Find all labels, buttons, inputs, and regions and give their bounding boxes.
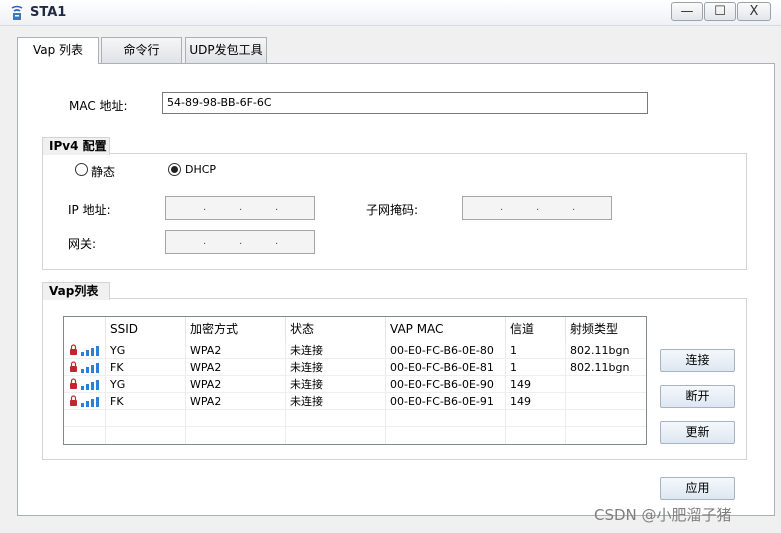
table-row-empty — [64, 410, 646, 427]
cell-ssid: YG — [110, 378, 126, 391]
subnet-mask-input[interactable]: . . . — [462, 196, 612, 220]
cell-vap-mac: 00-E0-FC-B6-0E-80 — [390, 344, 494, 357]
table-row[interactable]: FK WPA2 未连接 00-E0-FC-B6-0E-81 1 802.11bg… — [64, 359, 646, 376]
col-channel[interactable]: 信道 — [506, 317, 566, 342]
cell-radio-type — [566, 376, 570, 393]
cell-channel: 149 — [510, 395, 531, 408]
col-icon — [64, 317, 106, 342]
ip-address-input[interactable]: . . . — [165, 196, 315, 220]
watermark: CSDN @小肥溜子猪 — [594, 506, 732, 524]
signal-lock-icon — [70, 378, 99, 390]
cell-vap-mac: 00-E0-FC-B6-0E-91 — [390, 395, 494, 408]
dhcp-radio[interactable] — [168, 163, 181, 176]
cell-channel: 149 — [510, 378, 531, 391]
cell-encryption: WPA2 — [190, 344, 222, 357]
col-encryption[interactable]: 加密方式 — [186, 317, 286, 342]
col-status[interactable]: 状态 — [286, 317, 386, 342]
signal-lock-icon — [70, 361, 99, 373]
window-title: STA1 — [30, 5, 67, 20]
cell-status: 未连接 — [290, 395, 323, 408]
connect-button[interactable]: 连接 — [660, 349, 735, 372]
cell-encryption: WPA2 — [190, 361, 222, 374]
cell-channel: 1 — [510, 361, 517, 374]
mac-label: MAC 地址: — [69, 99, 128, 113]
col-vap-mac[interactable]: VAP MAC — [386, 317, 506, 342]
title-bar: STA1 — ☐ X — [0, 0, 781, 26]
col-radio-type[interactable]: 射频类型 — [566, 317, 646, 342]
cell-ssid: FK — [110, 361, 124, 374]
vap-group-title: Vap列表 — [42, 282, 110, 300]
cell-radio-type — [566, 393, 570, 410]
cell-encryption: WPA2 — [190, 395, 222, 408]
apply-button[interactable]: 应用 — [660, 477, 735, 500]
cell-vap-mac: 00-E0-FC-B6-0E-90 — [390, 378, 494, 391]
cell-radio-type: 802.11bgn — [570, 344, 630, 357]
mac-input[interactable]: 54-89-98-BB-6F-6C — [162, 92, 648, 114]
dhcp-label: DHCP — [185, 163, 217, 176]
cell-ssid: FK — [110, 395, 124, 408]
static-radio[interactable] — [75, 163, 88, 176]
ip-label: IP 地址: — [68, 203, 111, 217]
cell-channel: 1 — [510, 344, 517, 357]
tab-vap-list[interactable]: Vap 列表 — [17, 37, 99, 64]
cell-radio-type: 802.11bgn — [570, 361, 630, 374]
static-label: 静态 — [91, 165, 116, 179]
mask-label: 子网掩码: — [366, 203, 419, 217]
table-row[interactable]: YG WPA2 未连接 00-E0-FC-B6-0E-90 149 — [64, 376, 646, 393]
app-icon — [11, 5, 23, 20]
cell-status: 未连接 — [290, 344, 323, 357]
ipv4-group-title: IPv4 配置 — [42, 137, 110, 155]
table-row[interactable]: YG WPA2 未连接 00-E0-FC-B6-0E-80 1 802.11bg… — [64, 342, 646, 359]
cell-vap-mac: 00-E0-FC-B6-0E-81 — [390, 361, 494, 374]
signal-lock-icon — [70, 344, 99, 356]
cell-encryption: WPA2 — [190, 378, 222, 391]
tab-udp-tool[interactable]: UDP发包工具 — [185, 37, 267, 63]
minimize-button[interactable]: — — [671, 2, 703, 21]
refresh-button[interactable]: 更新 — [660, 421, 735, 444]
cell-status: 未连接 — [290, 378, 323, 391]
cell-status: 未连接 — [290, 361, 323, 374]
gateway-label: 网关: — [68, 237, 97, 251]
signal-lock-icon — [70, 395, 99, 407]
maximize-button[interactable]: ☐ — [704, 2, 736, 21]
col-ssid[interactable]: SSID — [106, 317, 186, 342]
cell-ssid: YG — [110, 344, 126, 357]
vap-table[interactable]: SSID 加密方式 状态 VAP MAC 信道 射频类型 YG WPA2 未连接… — [63, 316, 647, 445]
close-button[interactable]: X — [737, 2, 771, 21]
table-row[interactable]: FK WPA2 未连接 00-E0-FC-B6-0E-91 149 — [64, 393, 646, 410]
disconnect-button[interactable]: 断开 — [660, 385, 735, 408]
gateway-input[interactable]: . . . — [165, 230, 315, 254]
tab-command-line[interactable]: 命令行 — [101, 37, 182, 63]
